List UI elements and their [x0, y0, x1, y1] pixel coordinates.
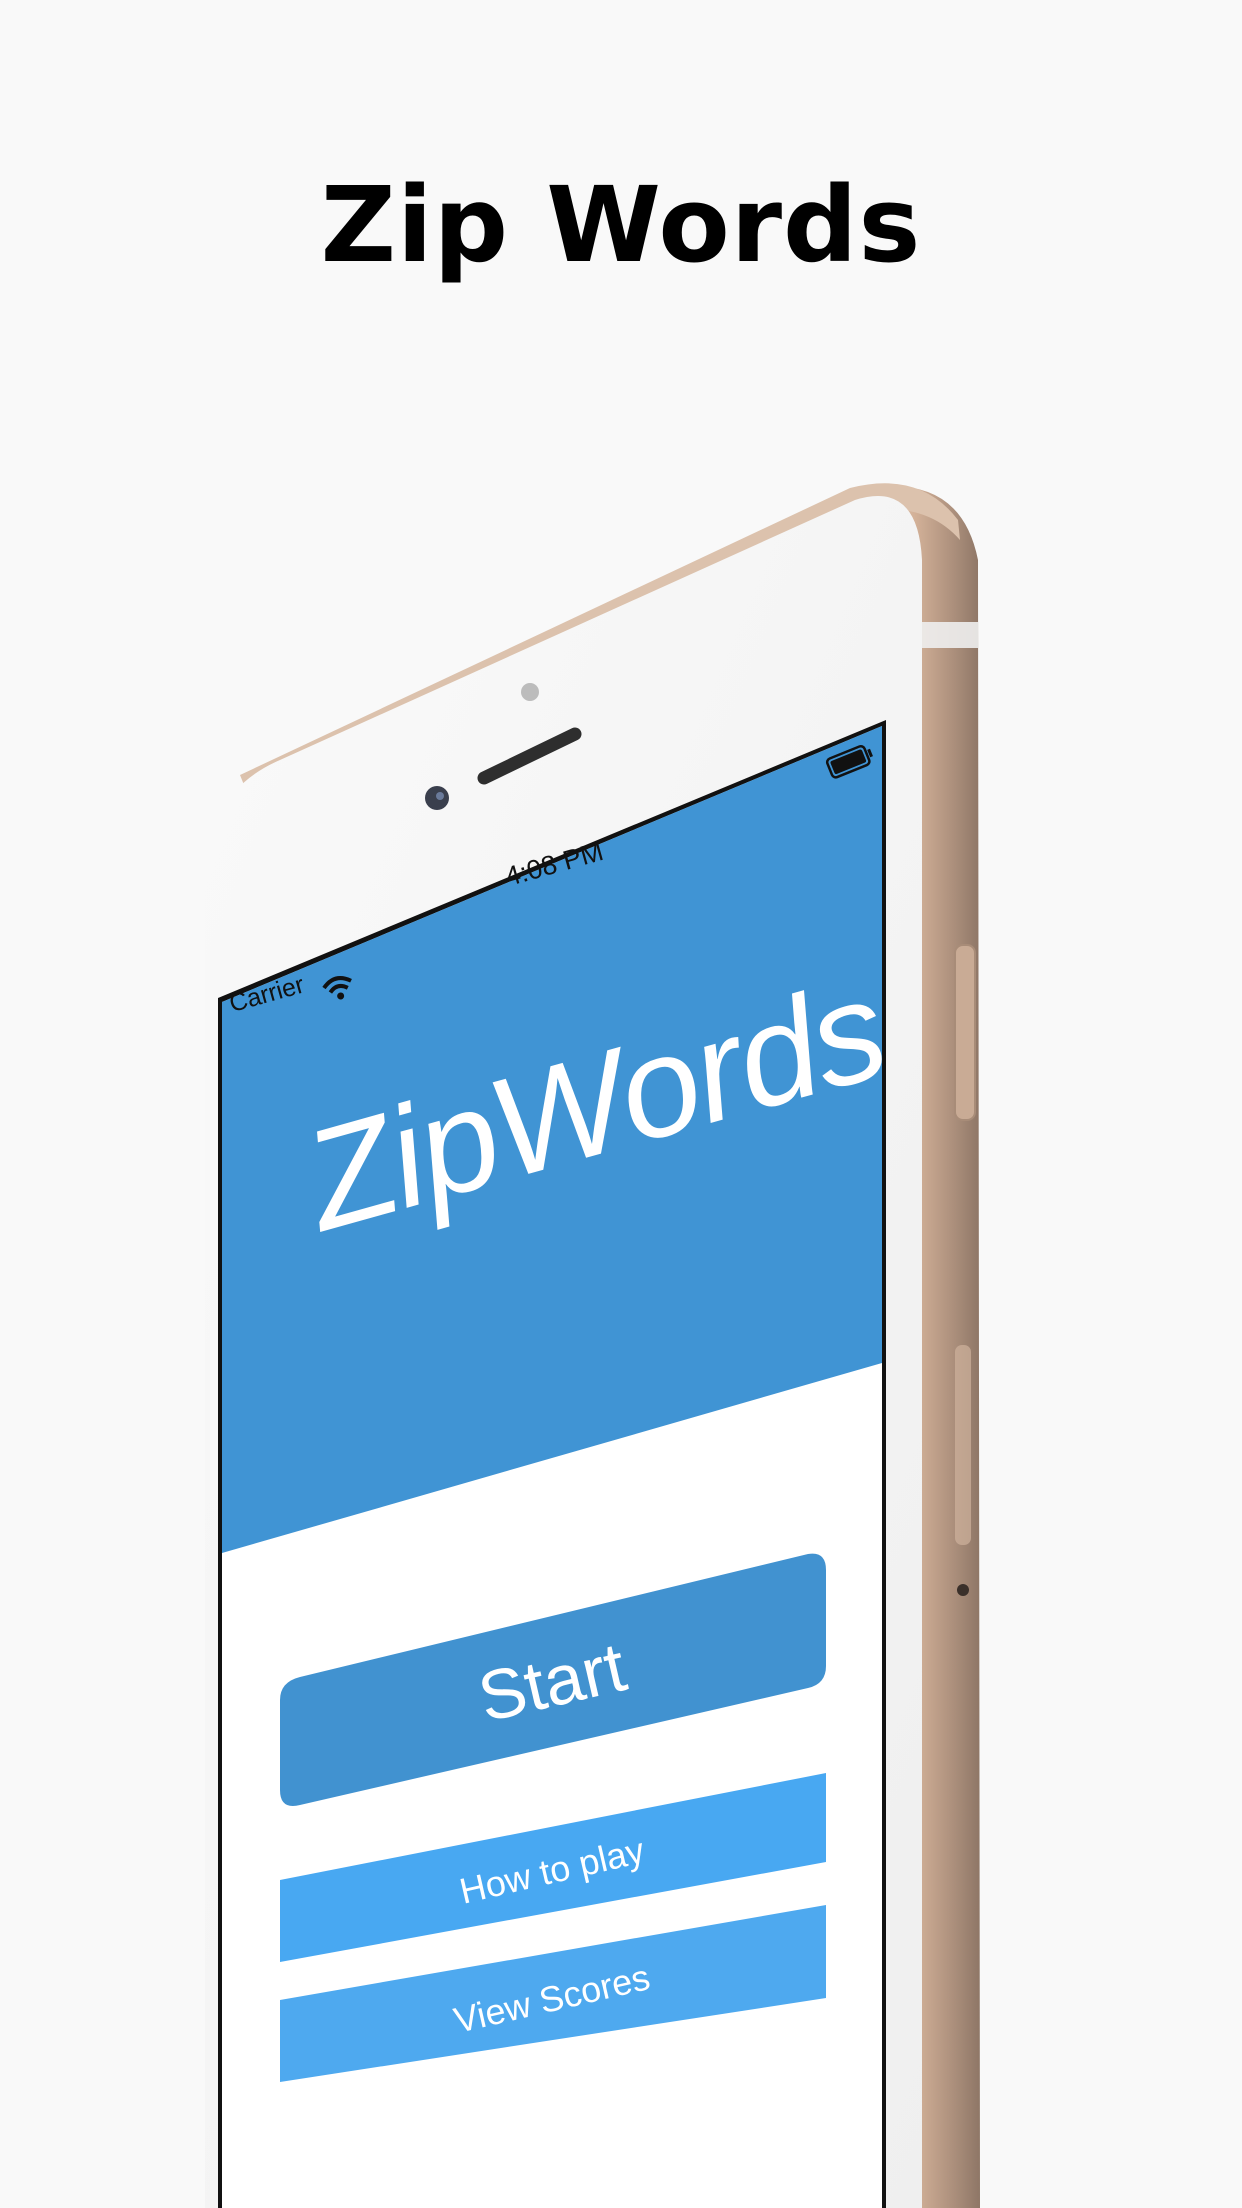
front-sensor-icon: [521, 683, 539, 701]
device-mockup: Carrier 4:08 PM ZipWords Start How to pl…: [0, 0, 1242, 2208]
side-button-top: [954, 944, 976, 1121]
start-button[interactable]: [280, 1555, 826, 1805]
view-scores-button[interactable]: [280, 1906, 826, 2081]
side-button-lower: [955, 1345, 971, 1545]
